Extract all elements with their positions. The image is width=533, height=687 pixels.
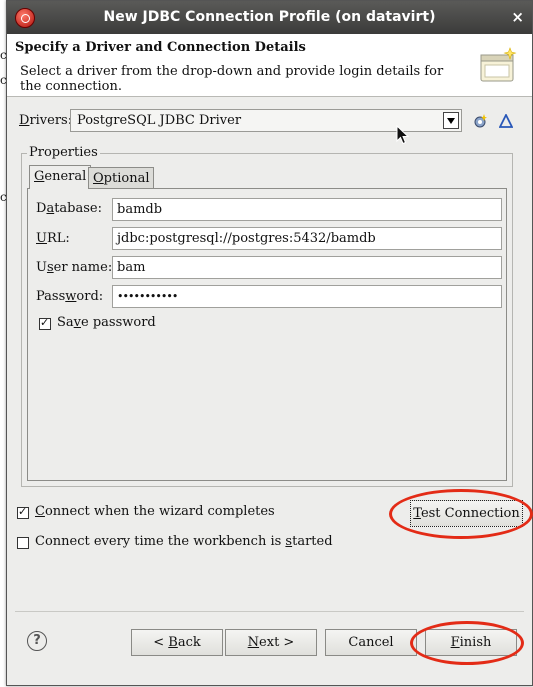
tab-general[interactable]: General: [29, 165, 92, 189]
chevron-down-icon[interactable]: [443, 112, 459, 129]
tab-optional[interactable]: Optional: [88, 167, 155, 189]
wizard-banner-icon: [480, 47, 517, 82]
password-label: Password:: [36, 289, 104, 304]
jdbc-connection-dialog: New JDBC Connection Profile (on datavirt…: [6, 0, 533, 686]
close-icon[interactable]: ×: [511, 8, 524, 26]
wizard-banner: Specify a Driver and Connection Details …: [7, 34, 532, 97]
username-label: User name:: [36, 260, 113, 275]
window-title: New JDBC Connection Profile (on datavirt…: [103, 9, 436, 25]
url-label: URL:: [36, 231, 70, 246]
connect-every-time-label[interactable]: Connect every time the workbench is star…: [35, 534, 333, 549]
back-button[interactable]: < Back: [131, 629, 223, 656]
save-password-checkbox[interactable]: [39, 316, 51, 330]
drivers-label: Drivers:: [19, 113, 73, 128]
connect-every-time-checkbox[interactable]: [17, 537, 29, 549]
cancel-button[interactable]: Cancel: [325, 629, 417, 656]
button-bar-separator: [15, 611, 524, 612]
database-field[interactable]: bamdb: [112, 198, 502, 221]
save-password-label[interactable]: Save password: [57, 315, 156, 330]
next-button[interactable]: Next >: [225, 629, 317, 656]
properties-group-label: Properties: [27, 145, 100, 160]
page-title: Specify a Driver and Connection Details: [15, 40, 306, 55]
edit-driver-icon[interactable]: [499, 114, 513, 128]
drivers-selected: PostgreSQL JDBC Driver: [77, 113, 242, 128]
test-connection-button[interactable]: Test Connection: [410, 500, 523, 527]
username-field[interactable]: bam: [112, 256, 502, 279]
connect-on-finish-label[interactable]: Connect when the wizard completes: [35, 504, 275, 519]
finish-button[interactable]: Finish: [425, 629, 517, 656]
page-description: Select a driver from the drop-down and p…: [20, 64, 444, 94]
title-bar[interactable]: New JDBC Connection Profile (on datavirt…: [7, 1, 532, 34]
password-field[interactable]: •••••••••••: [112, 285, 502, 308]
connect-on-finish-checkbox[interactable]: [17, 505, 29, 519]
url-field[interactable]: jdbc:postgresql://postgres:5432/bamdb: [112, 227, 502, 250]
mouse-pointer-icon: [396, 125, 410, 145]
general-tab-panel: Database: bamdb URL: jdbc:postgresql://p…: [27, 188, 507, 481]
new-driver-icon[interactable]: [473, 114, 487, 128]
help-icon[interactable]: ?: [27, 631, 47, 651]
database-label: Database:: [36, 201, 102, 216]
